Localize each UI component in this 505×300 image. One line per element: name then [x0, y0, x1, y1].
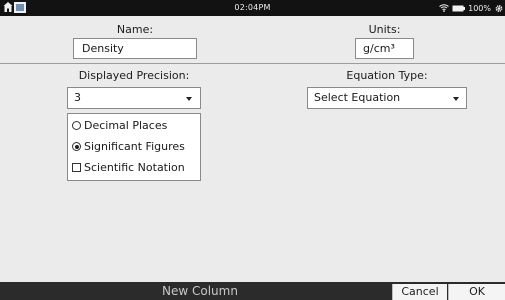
- ok-button[interactable]: OK: [448, 284, 505, 300]
- cancel-button[interactable]: Cancel: [392, 284, 447, 300]
- wifi-icon: [439, 4, 449, 12]
- name-value: Density: [82, 42, 124, 55]
- precision-label: Displayed Precision:: [78, 69, 190, 82]
- status-bar: 02:04PM 100%: [0, 0, 505, 16]
- clock: 02:04PM: [234, 3, 271, 12]
- radio-icon: [72, 121, 81, 130]
- option-scientific-notation[interactable]: Scientific Notation: [72, 161, 185, 174]
- units-field[interactable]: g/cm³: [355, 38, 414, 59]
- gear-icon[interactable]: [495, 4, 503, 13]
- name-label: Name:: [116, 23, 154, 36]
- equation-value: Select Equation: [314, 91, 401, 104]
- option-label: Decimal Places: [84, 119, 168, 132]
- status-icons: 100%: [439, 0, 503, 16]
- battery-icon: [452, 5, 466, 11]
- option-label: Significant Figures: [84, 140, 185, 153]
- precision-value: 3: [74, 91, 81, 104]
- precision-select[interactable]: 3: [67, 87, 201, 109]
- name-field[interactable]: Density: [73, 38, 197, 59]
- units-value: g/cm³: [363, 42, 395, 55]
- equation-select[interactable]: Select Equation: [307, 87, 467, 109]
- chevron-down-icon: [186, 97, 192, 101]
- section-divider: [0, 63, 505, 64]
- battery-percent: 100%: [468, 3, 491, 13]
- option-label: Scientific Notation: [84, 161, 185, 174]
- radio-checked-icon: [72, 142, 81, 151]
- bottom-bar: New Column Cancel OK: [0, 282, 505, 300]
- option-significant-figures[interactable]: Significant Figures: [72, 140, 185, 153]
- chevron-down-icon: [453, 97, 459, 101]
- units-label: Units:: [368, 23, 401, 36]
- dialog-title: New Column: [162, 284, 238, 298]
- option-decimal-places[interactable]: Decimal Places: [72, 119, 167, 132]
- checkbox-icon: [72, 163, 81, 172]
- equation-label: Equation Type:: [346, 69, 428, 82]
- precision-options: Decimal Places Significant Figures Scien…: [67, 113, 201, 181]
